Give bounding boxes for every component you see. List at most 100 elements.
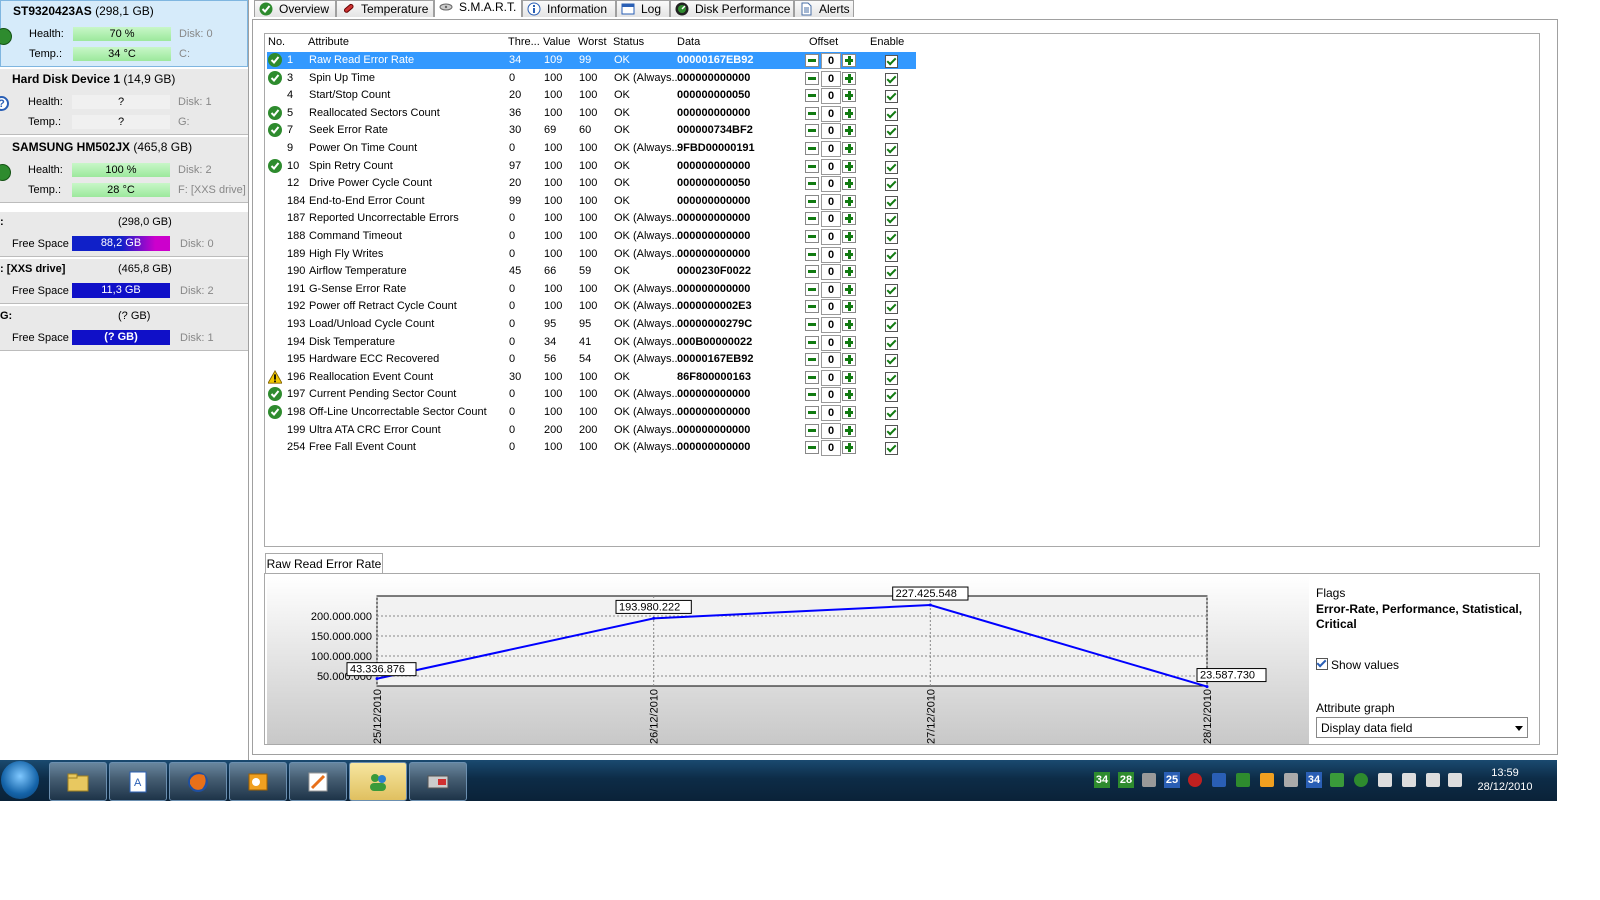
- col-header-data[interactable]: Data: [677, 36, 700, 48]
- col-header-attribute[interactable]: Attribute: [308, 36, 349, 48]
- tray-temp-4[interactable]: 34: [1306, 772, 1322, 788]
- table-row[interactable]: 194 Disk Temperature 0 34 41 OK (Always... 000…: [267, 334, 916, 351]
- offset-value[interactable]: 0: [821, 440, 841, 457]
- offset-increment-button[interactable]: [842, 265, 856, 279]
- offset-value[interactable]: 0: [821, 88, 841, 105]
- offset-increment-button[interactable]: [842, 353, 856, 367]
- offset-value[interactable]: 0: [821, 422, 841, 439]
- offset-value[interactable]: 0: [821, 176, 841, 193]
- offset-increment-button[interactable]: [842, 212, 856, 226]
- offset-increment-button[interactable]: [842, 71, 856, 85]
- offset-increment-button[interactable]: [842, 335, 856, 349]
- offset-decrement-button[interactable]: [805, 423, 819, 437]
- offset-decrement-button[interactable]: [805, 388, 819, 402]
- table-row[interactable]: 187 Reported Uncorrectable Errors 0 100 100 O…: [267, 210, 916, 228]
- enable-checkbox[interactable]: [885, 248, 898, 262]
- volume-item-0[interactable]: : (298,0 GB) Free Space 88,2 GB Disk: 0: [0, 212, 248, 257]
- offset-increment-button[interactable]: [842, 282, 856, 296]
- offset-decrement-button[interactable]: [805, 300, 819, 314]
- offset-increment-button[interactable]: [842, 388, 856, 402]
- volume-item-2[interactable]: G: (? GB) Free Space (? GB) Disk: 1: [0, 306, 248, 351]
- offset-value[interactable]: 0: [821, 264, 841, 281]
- offset-decrement-button[interactable]: [805, 106, 819, 120]
- table-row[interactable]: 12 Drive Power Cycle Count 20 100 100 OK 00000…: [267, 175, 916, 193]
- table-row[interactable]: 9 Power On Time Count 0 100 100 OK (Always...…: [267, 140, 916, 157]
- taskbar-firefox[interactable]: [169, 762, 227, 801]
- offset-value[interactable]: 0: [821, 123, 841, 140]
- offset-decrement-button[interactable]: [805, 230, 819, 243]
- enable-checkbox[interactable]: [885, 266, 898, 280]
- tab-information[interactable]: Information: [522, 0, 616, 17]
- graph-tab[interactable]: Raw Read Error Rate: [265, 553, 383, 574]
- offset-value[interactable]: 0: [821, 369, 841, 386]
- offset-increment-button[interactable]: [842, 89, 856, 103]
- table-row[interactable]: 10 Spin Retry Count 97 100 100 OK 000000000000…: [267, 158, 916, 175]
- col-header-value[interactable]: Value: [543, 36, 570, 48]
- clock[interactable]: 13:59 28/12/2010: [1460, 766, 1550, 794]
- table-row[interactable]: 190 Airflow Temperature 45 66 59 OK 0000230F00…: [267, 263, 916, 281]
- offset-decrement-button[interactable]: [805, 177, 819, 191]
- show-values-checkbox[interactable]: Show values: [1316, 658, 1399, 672]
- attribute-graph-select[interactable]: Display data field: [1316, 717, 1528, 738]
- tray-temp-3[interactable]: 25: [1164, 772, 1180, 788]
- enable-checkbox[interactable]: [885, 55, 898, 68]
- enable-checkbox[interactable]: [885, 389, 898, 403]
- offset-decrement-button[interactable]: [805, 370, 819, 384]
- table-row[interactable]: 193 Load/Unload Cycle Count 0 95 95 OK (Alway…: [267, 316, 916, 333]
- table-row[interactable]: 184 End-to-End Error Count 99 100 100 OK 00000…: [267, 193, 916, 210]
- tab-disk-performance[interactable]: Disk Performance: [670, 0, 794, 17]
- tray-temp-2[interactable]: 28: [1118, 772, 1134, 788]
- offset-increment-button[interactable]: [842, 300, 856, 314]
- offset-value[interactable]: 0: [821, 158, 841, 175]
- offset-value[interactable]: 0: [821, 334, 841, 351]
- enable-checkbox[interactable]: [885, 107, 898, 121]
- table-row[interactable]: 191 G-Sense Error Rate 0 100 100 OK (Always..…: [267, 281, 916, 298]
- network-green-icon[interactable]: [1236, 773, 1250, 787]
- offset-value[interactable]: 0: [821, 246, 841, 263]
- offset-increment-button[interactable]: [842, 370, 856, 384]
- outlook-tray-icon[interactable]: [1260, 773, 1274, 787]
- offset-increment-button[interactable]: [842, 423, 856, 437]
- offset-value[interactable]: 0: [821, 193, 841, 210]
- bluetooth-icon[interactable]: [1212, 773, 1226, 787]
- offset-increment-button[interactable]: [842, 194, 856, 208]
- checkbox-icon[interactable]: [1316, 658, 1328, 670]
- taskbar-explorer[interactable]: [49, 762, 107, 801]
- offset-decrement-button[interactable]: [805, 282, 819, 296]
- offset-decrement-button[interactable]: [805, 142, 819, 155]
- enable-checkbox[interactable]: [885, 336, 898, 350]
- table-row[interactable]: 5 Reallocated Sectors Count 36 100 100 OK 0000…: [267, 105, 916, 122]
- table-row[interactable]: 254 Free Fall Event Count 0 100 100 OK (Alway…: [267, 439, 916, 457]
- enable-checkbox[interactable]: [885, 213, 898, 227]
- table-row[interactable]: 1 Raw Read Error Rate 34 109 99 OK 00000167EB9…: [267, 52, 916, 69]
- offset-decrement-button[interactable]: [805, 89, 819, 103]
- offset-value[interactable]: 0: [821, 70, 841, 87]
- tab-overview[interactable]: Overview: [254, 0, 336, 17]
- taskbar-word[interactable]: A: [109, 762, 167, 801]
- enable-checkbox[interactable]: [885, 407, 898, 420]
- offset-decrement-button[interactable]: [805, 194, 819, 208]
- table-row[interactable]: 192 Power off Retract Cycle Count 0 100 100 O…: [267, 298, 916, 316]
- taskbar-outlook[interactable]: [229, 762, 287, 801]
- offset-decrement-button[interactable]: [805, 124, 819, 138]
- taskbar-app-editor[interactable]: [289, 762, 347, 801]
- users-tray-icon[interactable]: [1330, 773, 1344, 787]
- offset-value[interactable]: 0: [821, 405, 841, 421]
- taskbar-messenger[interactable]: [349, 762, 407, 801]
- table-row[interactable]: 197 Current Pending Sector Count 0 100 100 OK…: [267, 386, 916, 404]
- disk-item-1[interactable]: Hard Disk Device 1 (14,9 GB) ? Health: ?…: [0, 69, 248, 135]
- offset-decrement-button[interactable]: [805, 335, 819, 349]
- table-row[interactable]: 3 Spin Up Time 0 100 100 OK (Always... 0000000…: [267, 70, 916, 87]
- col-header-no[interactable]: No.: [268, 36, 285, 48]
- enable-checkbox[interactable]: [885, 90, 898, 104]
- offset-increment-button[interactable]: [842, 230, 856, 243]
- disk-item-0[interactable]: ST9320423AS (298,1 GB) Health: 70 % Disk…: [0, 0, 248, 67]
- col-header-worst[interactable]: Worst: [578, 36, 607, 48]
- enable-checkbox[interactable]: [885, 301, 898, 315]
- offset-increment-button[interactable]: [842, 159, 856, 173]
- offset-decrement-button[interactable]: [805, 406, 819, 419]
- table-row[interactable]: 189 High Fly Writes 0 100 100 OK (Always... 00…: [267, 246, 916, 263]
- start-button[interactable]: [1, 761, 39, 799]
- enable-checkbox[interactable]: [885, 143, 898, 156]
- printer-icon[interactable]: [1142, 773, 1156, 787]
